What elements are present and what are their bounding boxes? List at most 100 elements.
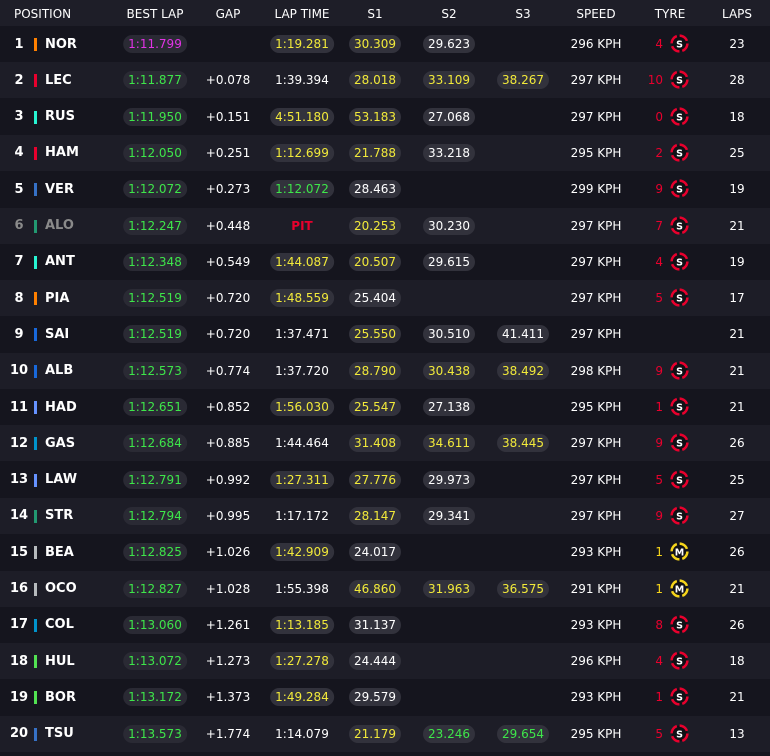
table-row[interactable]: 5 VER 1:12.072 +0.273 1:12.072 28.463 299 KPH 9… [0, 171, 770, 208]
laps-cell: 21 [729, 679, 744, 715]
position-number: 16 [9, 581, 29, 596]
header-s3[interactable]: S3 [515, 0, 530, 26]
position-number: 14 [9, 508, 29, 524]
gap-value: +0.549 [205, 254, 251, 269]
best-lap-cell: 1:13.072 [123, 643, 187, 679]
header-position[interactable]: POSITION [14, 0, 71, 26]
driver-code[interactable]: BOR [45, 679, 76, 715]
team-color-bar [34, 219, 37, 233]
lap-time-cell: 1:13.185 [270, 607, 334, 643]
driver-code[interactable]: HUL [45, 643, 75, 679]
driver-code[interactable]: NOR [45, 26, 77, 62]
table-row[interactable]: 3 RUS 1:11.950 +0.151 4:51.180 53.183 27.068 29… [0, 98, 770, 135]
sector-s1-time: 53.183 [349, 107, 401, 126]
tyre-compound-letter: S [676, 39, 683, 50]
laps-count: 26 [729, 545, 745, 560]
header-s1[interactable]: S1 [367, 0, 382, 26]
table-row[interactable]: 11 HAD 1:12.651 +0.852 1:56.030 25.547 27.138 2… [0, 389, 770, 425]
table-row[interactable]: 16 OCO 1:12.827 +1.028 1:55.398 46.860 31.963 3… [0, 570, 770, 607]
timing-board: POSITION BEST LAP GAP LAP TIME S1 S2 S3 … [0, 0, 770, 756]
speed-value: 297 KPH [570, 291, 622, 306]
driver-code[interactable]: VER [45, 171, 74, 207]
sector-s1-cell: 28.147 [349, 498, 401, 534]
driver-code[interactable]: OCO [45, 571, 77, 607]
driver-code[interactable]: ALB [45, 353, 73, 389]
driver-code[interactable]: RUS [45, 99, 75, 135]
sector-s2-time: 29.615 [423, 252, 475, 271]
laps-cell: 17 [729, 280, 744, 316]
driver-code[interactable]: ALO [45, 208, 74, 244]
sector-s1-time: 46.860 [349, 579, 401, 598]
header-s2[interactable]: S2 [441, 0, 456, 26]
tyre-age: 9 [655, 363, 663, 378]
team-color-bar [34, 255, 37, 269]
table-row[interactable]: 13 LAW 1:12.791 +0.992 1:27.311 27.776 29.973 2… [0, 461, 770, 498]
driver-code[interactable]: PIA [45, 280, 69, 316]
soft-tyre-icon: S [670, 397, 689, 416]
driver-code[interactable]: TSU [45, 716, 74, 752]
tyre-compound-letter: S [676, 184, 683, 195]
laps-count: 21 [729, 218, 745, 233]
sector-s1-cell: 29.579 [349, 679, 401, 715]
gap-value: +1.373 [205, 690, 251, 705]
team-color-bar [34, 364, 37, 378]
header-lap-time[interactable]: LAP TIME [274, 0, 329, 26]
laps-cell: 13 [729, 716, 744, 752]
table-row[interactable]: 10 ALB 1:12.573 +0.774 1:37.720 28.790 30.438 3… [0, 352, 770, 389]
driver-code[interactable]: ANT [45, 244, 75, 280]
driver-code[interactable]: STR [45, 498, 73, 534]
driver-code[interactable]: HAD [45, 389, 77, 425]
table-row[interactable]: 19 BOR 1:13.172 +1.373 1:49.284 29.579 293 KPH… [0, 679, 770, 716]
driver-code[interactable]: HAM [45, 135, 79, 171]
tyre-compound-letter: S [676, 511, 683, 522]
driver-code[interactable]: COL [45, 607, 74, 643]
table-row[interactable]: 8 PIA 1:12.519 +0.720 1:48.559 25.404 297 KPH 5… [0, 280, 770, 317]
header-speed[interactable]: SPEED [576, 0, 615, 26]
tyre-compound-letter: S [676, 656, 683, 667]
gap-cell: +0.720 [206, 316, 250, 352]
soft-tyre-icon: S [670, 288, 689, 307]
driver-code[interactable]: BEA [45, 534, 74, 570]
header-tyre[interactable]: TYRE [655, 0, 686, 26]
position-number: 20 [9, 726, 29, 742]
sector-s1-time: 25.404 [349, 289, 401, 308]
header-laps[interactable]: LAPS [722, 0, 752, 26]
driver-code[interactable]: LAW [45, 462, 77, 498]
table-row[interactable]: 1 NOR 1:11.799 1:19.281 30.309 29.623 296 KPH 4… [0, 26, 770, 62]
table-row[interactable]: 2 LEC 1:11.877 +0.078 1:39.394 28.018 33.109 38… [0, 62, 770, 99]
table-row[interactable]: 9 SAI 1:12.519 +0.720 1:37.471 25.550 30.510 41… [0, 316, 770, 353]
table-row[interactable]: 18 HUL 1:13.072 +1.273 1:27.278 24.444 296 KPH… [0, 643, 770, 680]
best-lap-cell: 1:12.825 [123, 534, 187, 570]
header-best-lap[interactable]: BEST LAP [127, 0, 184, 26]
table-row[interactable]: 7 ANT 1:12.348 +0.549 1:44.087 20.507 29.615 29… [0, 243, 770, 280]
position-number: 3 [14, 109, 24, 125]
table-row[interactable]: 15 BEA 1:12.825 +1.026 1:42.909 24.017 293 KPH… [0, 534, 770, 571]
best-lap-time: 1:12.519 [123, 289, 187, 308]
best-lap-cell: 1:12.348 [123, 244, 187, 280]
table-row[interactable]: 4 HAM 1:12.050 +0.251 1:12.699 21.788 33.218 29… [0, 134, 770, 171]
speed-value: 297 KPH [570, 109, 622, 124]
gap-cell: +1.028 [206, 571, 250, 607]
laps-cell: 25 [729, 462, 744, 498]
table-row[interactable]: 12 GAS 1:12.684 +0.885 1:44.464 31.408 34.611 3… [0, 425, 770, 462]
sector-s1-time: 28.147 [349, 506, 401, 525]
table-row[interactable]: 6 ALO 1:12.247 +0.448 PIT 20.253 30.230 297 KPH… [0, 207, 770, 244]
table-row[interactable]: 14 STR 1:12.794 +0.995 1:17.172 28.147 29.341 2… [0, 497, 770, 534]
laps-count: 21 [729, 690, 745, 705]
table-row[interactable]: 20 TSU 1:13.573 +1.774 1:14.079 21.179 23.246 2… [0, 715, 770, 752]
driver-code[interactable]: GAS [45, 425, 75, 461]
lap-time-cell: 1:44.464 [275, 425, 329, 461]
gap-value: +0.251 [205, 145, 251, 160]
speed-value: 293 KPH [570, 690, 622, 705]
speed-cell: 296 KPH [571, 26, 622, 62]
sector-s1-time: 25.547 [349, 398, 401, 416]
header-gap[interactable]: GAP [216, 0, 241, 26]
sector-s3-time: 38.267 [497, 71, 549, 90]
position-number: 8 [14, 290, 24, 306]
speed-value: 293 KPH [570, 617, 622, 632]
driver-code[interactable]: LEC [45, 62, 72, 98]
speed-value: 297 KPH [570, 508, 622, 523]
table-row[interactable]: 17 COL 1:13.060 +1.261 1:13.185 31.137 293 KPH… [0, 606, 770, 643]
driver-code[interactable]: SAI [45, 316, 69, 352]
best-lap-cell: 1:12.519 [123, 280, 187, 316]
